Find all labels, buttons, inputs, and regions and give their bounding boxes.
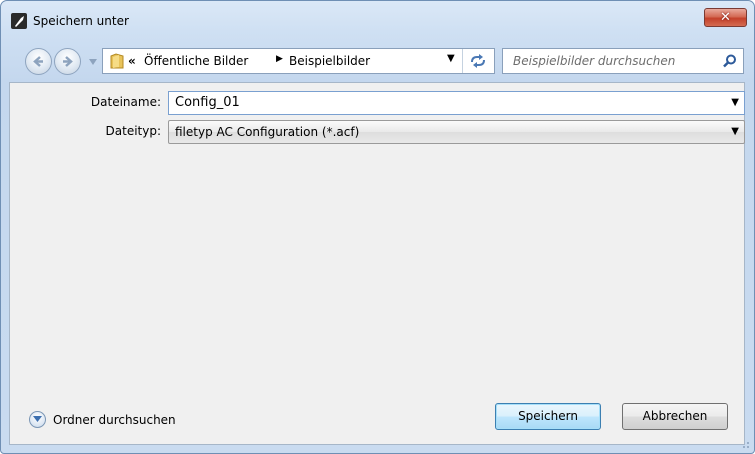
filename-field[interactable]: Config_01 ▼ [168, 91, 745, 115]
breadcrumb-overflow[interactable]: « [128, 54, 136, 68]
breadcrumb-item-beispielbilder[interactable]: Beispielbilder [289, 54, 370, 68]
divider [462, 49, 463, 73]
resize-grip-icon[interactable] [740, 439, 750, 449]
filename-dropdown-icon[interactable]: ▼ [731, 97, 739, 108]
forward-arrow-icon [63, 56, 73, 67]
search-box[interactable]: Beispielbilder durchsuchen [502, 48, 744, 74]
address-bar[interactable]: « Öffentliche Bilder ▶ Beispielbilder ▼ [102, 48, 495, 74]
browse-folders-label[interactable]: Ordner durchsuchen [53, 413, 176, 427]
address-dropdown-icon[interactable]: ▼ [447, 53, 455, 64]
back-arrow-icon [33, 56, 43, 67]
title-bar[interactable]: Speichern unter ✕ [1, 1, 754, 41]
filetype-label: Dateityp: [105, 124, 161, 138]
cancel-button[interactable]: Abbrechen [622, 403, 728, 430]
forward-button[interactable] [54, 48, 81, 75]
filename-value[interactable]: Config_01 [175, 95, 240, 110]
folder-icon [110, 53, 124, 69]
save-button[interactable]: Speichern [495, 403, 601, 430]
close-icon: ✕ [720, 10, 731, 25]
form-panel: Dateiname: Config_01 ▼ Dateityp: filetyp… [9, 82, 745, 445]
expand-chevron-icon[interactable] [29, 411, 46, 428]
filetype-value: filetyp AC Configuration (*.acf) [175, 125, 360, 139]
save-as-dialog: Speichern unter ✕ « Öffentliche Bilder ▶… [0, 0, 755, 454]
search-placeholder: Beispielbilder durchsuchen [513, 54, 676, 68]
close-button[interactable]: ✕ [704, 8, 747, 27]
filetype-select[interactable]: filetyp AC Configuration (*.acf) ▼ [168, 120, 745, 144]
wrench-app-icon [11, 13, 27, 29]
filename-label: Dateiname: [90, 95, 161, 109]
breadcrumb-separator-icon[interactable]: ▶ [276, 54, 283, 64]
navigation-bar: « Öffentliche Bilder ▶ Beispielbilder ▼ … [1, 45, 754, 75]
search-icon[interactable] [723, 54, 737, 68]
recent-pages-chevron-icon[interactable] [89, 59, 97, 65]
refresh-icon[interactable] [469, 53, 487, 69]
filetype-dropdown-icon[interactable]: ▼ [731, 126, 739, 137]
window-title: Speichern unter [33, 14, 129, 28]
back-button[interactable] [25, 48, 52, 75]
breadcrumb-item-offentliche-bilder[interactable]: Öffentliche Bilder [144, 54, 248, 68]
